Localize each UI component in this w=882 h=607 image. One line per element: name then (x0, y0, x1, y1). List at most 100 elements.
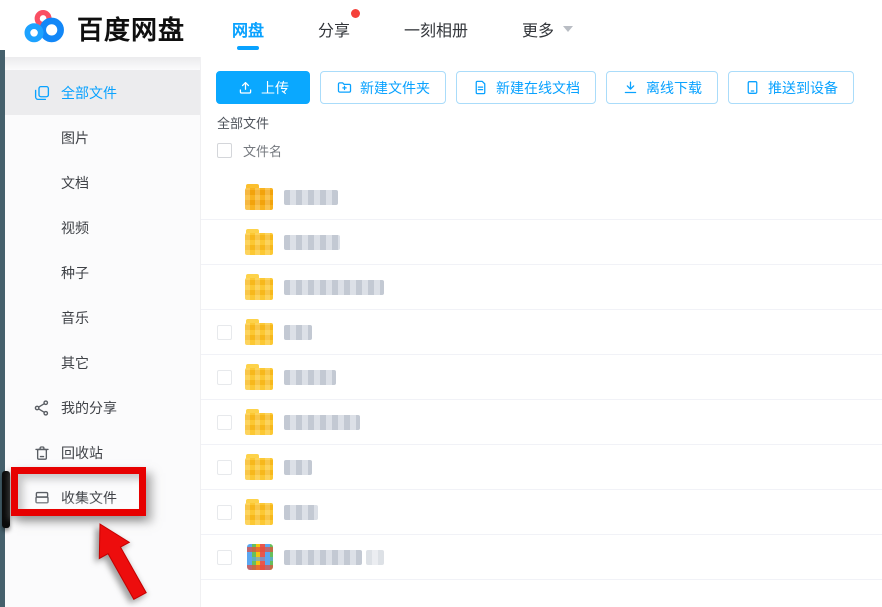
censored-filename (284, 505, 318, 520)
file-row[interactable] (201, 535, 882, 580)
file-list (201, 175, 882, 580)
new-folder-button[interactable]: 新建文件夹 (320, 71, 446, 104)
brand-name: 百度网盘 (77, 10, 185, 47)
row-checkbox[interactable] (217, 325, 232, 340)
file-row[interactable] (201, 400, 882, 445)
file-row[interactable] (201, 265, 882, 310)
row-checkbox[interactable] (217, 415, 232, 430)
censored-filename (284, 550, 362, 565)
folder-icon (245, 319, 275, 345)
sidebar-item-documents[interactable]: 文档 (5, 160, 200, 205)
folder-icon (245, 229, 275, 255)
select-all-checkbox[interactable] (217, 143, 232, 158)
new-online-doc-button[interactable]: 新建在线文档 (456, 71, 596, 104)
sidebar-item-others[interactable]: 其它 (5, 340, 200, 385)
share-icon (33, 399, 51, 417)
folder-icon (245, 364, 275, 390)
trash-icon (33, 444, 51, 462)
sidebar-item-my-shares[interactable]: 我的分享 (5, 385, 200, 430)
collect-icon (33, 489, 51, 507)
nav-item-label: 网盘 (232, 17, 264, 41)
sidebar-item-label: 文档 (61, 173, 89, 193)
filename-column-header: 文件名 (243, 141, 282, 160)
sidebar-item-label: 回收站 (61, 443, 103, 463)
sidebar-item-label: 图片 (61, 128, 89, 148)
sidebar-list: 全部文件 图片 文档 视频 种子 音乐 其它 我的分享 回收站 收集文件 (5, 70, 200, 520)
censored-filename (284, 415, 360, 430)
sidebar-item-images[interactable]: 图片 (5, 115, 200, 160)
push-to-device-button[interactable]: 推送到设备 (728, 71, 854, 104)
file-row[interactable] (201, 310, 882, 355)
sidebar-item-torrents[interactable]: 种子 (5, 250, 200, 295)
sidebar-item-label: 全部文件 (61, 83, 117, 103)
toolbar-button-label: 新建在线文档 (496, 78, 580, 98)
table-header-row: 文件名 (217, 141, 282, 160)
nav-item-label: 更多 (522, 17, 554, 41)
row-checkbox[interactable] (217, 550, 232, 565)
censored-filename (284, 280, 384, 295)
sidebar-item-collect-files[interactable]: 收集文件 (5, 475, 200, 520)
left-edge-strip (0, 50, 5, 607)
folder-icon (245, 184, 275, 210)
sidebar-item-label: 音乐 (61, 308, 89, 328)
upload-icon (237, 79, 254, 96)
files-stack-icon (33, 84, 51, 102)
nav-item-more[interactable]: 更多 (522, 0, 573, 57)
nav-item-wangpan[interactable]: 网盘 (232, 0, 264, 57)
file-toolbar: 上传 新建文件夹 新建在线文档 离线下载 推送到设备 (216, 71, 854, 104)
file-row[interactable] (201, 355, 882, 400)
new-folder-icon (336, 79, 353, 96)
sidebar-item-recycle-bin[interactable]: 回收站 (5, 430, 200, 475)
nav-item-label: 分享 (318, 17, 350, 41)
active-tab-underline (237, 46, 259, 50)
offline-download-icon (622, 79, 639, 96)
censored-filename (284, 235, 340, 250)
row-checkbox[interactable] (217, 370, 232, 385)
file-row[interactable] (201, 220, 882, 265)
sidebar: 全部文件 图片 文档 视频 种子 音乐 其它 我的分享 回收站 收集文件 (5, 57, 201, 607)
sidebar-item-label: 收集文件 (61, 488, 117, 508)
toolbar-button-label: 离线下载 (646, 78, 702, 98)
nav-item-share[interactable]: 分享 (318, 0, 350, 57)
chevron-down-icon (563, 26, 573, 32)
row-checkbox[interactable] (217, 460, 232, 475)
sidebar-item-label: 我的分享 (61, 398, 117, 418)
censored-filename (284, 460, 312, 475)
online-doc-icon (472, 79, 489, 96)
row-checkbox[interactable] (217, 505, 232, 520)
sidebar-item-music[interactable]: 音乐 (5, 295, 200, 340)
archive-file-icon (247, 544, 273, 570)
file-manager-panel: 上传 新建文件夹 新建在线文档 离线下载 推送到设备 全部文件 文件名 (201, 57, 882, 607)
folder-icon (245, 409, 275, 435)
toolbar-button-label: 上传 (261, 78, 289, 98)
notification-dot-icon (351, 9, 360, 18)
sidebar-item-all-files[interactable]: 全部文件 (5, 70, 200, 115)
top-header: 百度网盘 网盘 分享 一刻相册 更多 (0, 0, 882, 57)
sidebar-item-label: 种子 (61, 263, 89, 283)
primary-nav: 网盘 分享 一刻相册 更多 (232, 0, 573, 57)
sidebar-item-videos[interactable]: 视频 (5, 205, 200, 250)
brand-logo[interactable]: 百度网盘 (22, 8, 185, 48)
censored-filename (284, 325, 312, 340)
nav-item-album[interactable]: 一刻相册 (404, 0, 468, 57)
nav-item-label: 一刻相册 (404, 17, 468, 41)
file-row[interactable] (201, 175, 882, 220)
folder-icon (245, 499, 275, 525)
offline-download-button[interactable]: 离线下载 (606, 71, 718, 104)
folder-icon (245, 454, 275, 480)
folder-icon (245, 274, 275, 300)
breadcrumb: 全部文件 (217, 113, 269, 132)
file-row[interactable] (201, 490, 882, 535)
toolbar-button-label: 新建文件夹 (360, 78, 430, 98)
file-row[interactable] (201, 445, 882, 490)
sidebar-item-label: 其它 (61, 353, 89, 373)
toolbar-button-label: 推送到设备 (768, 78, 838, 98)
baidu-netdisk-logo-icon (22, 8, 68, 48)
censored-filename (284, 190, 338, 205)
baidu-netdisk-app: 百度网盘 网盘 分享 一刻相册 更多 全部文件 图片 文档 视频 (0, 0, 882, 607)
push-device-icon (744, 79, 761, 96)
censored-filename-suffix (366, 550, 384, 565)
censored-filename (284, 370, 336, 385)
sidebar-item-label: 视频 (61, 218, 89, 238)
upload-button[interactable]: 上传 (216, 71, 310, 104)
